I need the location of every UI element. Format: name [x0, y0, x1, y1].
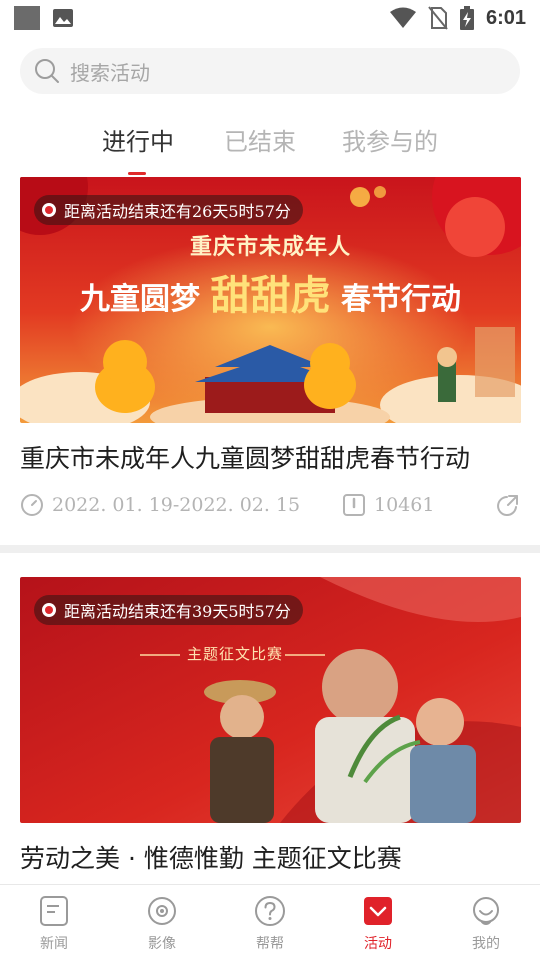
search-input[interactable]: 搜索活动 — [20, 48, 520, 94]
nav-label: 影像 — [148, 936, 176, 952]
countdown-badge: 距离活动结束还有26天5时57分 — [34, 195, 303, 225]
news-icon — [40, 896, 68, 926]
activity-icon — [364, 897, 392, 925]
search-placeholder: 搜索活动 — [70, 60, 150, 85]
status-bar: 6:01 — [0, 0, 540, 36]
nav-label: 我的 — [472, 936, 500, 952]
nav-label: 新闻 — [40, 936, 68, 952]
nav-item-video[interactable]: 影像 — [108, 885, 216, 960]
tab-active-indicator — [128, 172, 146, 175]
activity-list-screen: 6:01 搜索活动 进行中 已结束 我参与的 距离活动结束还有26天5时57分 … — [0, 0, 540, 960]
search-icon — [35, 59, 59, 83]
activity-views: 10461 — [342, 493, 434, 517]
share-icon[interactable] — [494, 493, 520, 519]
app-square-icon — [14, 6, 40, 30]
status-time: 6:01 — [485, 6, 526, 29]
nav-label: 帮帮 — [256, 936, 284, 952]
no-sim-icon — [428, 6, 448, 30]
nav-item-activity[interactable]: 活动 — [324, 885, 432, 960]
countdown-dot-icon — [42, 203, 56, 217]
banner-subtitle: 重庆市未成年人 — [189, 235, 351, 260]
tab-ended[interactable]: 已结束 — [224, 122, 296, 157]
banner-title: 九童圆梦 甜甜虎 春节行动 — [20, 263, 521, 321]
nav-item-news[interactable]: 新闻 — [0, 885, 108, 960]
countdown-dot-icon — [42, 603, 56, 617]
activity-tabs: 进行中 已结束 我参与的 — [0, 108, 540, 175]
activity-title[interactable]: 重庆市未成年人九童圆梦甜甜虎春节行动 — [20, 439, 540, 475]
banner-subtitle: 主题征文比赛 — [186, 645, 283, 663]
nav-label: 活动 — [364, 936, 392, 952]
countdown-text: 距离活动结束还有26天5时57分 — [64, 202, 291, 221]
activity-meta: 2022. 01. 19-2022. 02. 15 10461 — [0, 493, 540, 533]
bottom-navigation: 新闻 影像 帮帮 活动 我的 — [0, 884, 540, 960]
card-divider — [0, 545, 540, 553]
activity-banner-image[interactable]: 距离活动结束还有26天5时57分 重庆市未成年人 九童圆梦 甜甜虎 春节行动 — [20, 177, 521, 423]
banner-title-right: 春节行动 — [340, 282, 461, 317]
countdown-text: 距离活动结束还有39天5时57分 — [64, 602, 291, 621]
countdown-badge: 距离活动结束还有39天5时57分 — [34, 595, 303, 625]
wifi-icon — [389, 7, 416, 28]
image-icon — [53, 9, 73, 27]
activity-views-count: 10461 — [374, 494, 435, 516]
profile-icon — [473, 897, 499, 925]
tab-ongoing[interactable]: 进行中 — [102, 122, 174, 157]
help-icon — [255, 896, 285, 926]
clock-icon — [21, 494, 43, 516]
nav-item-help[interactable]: 帮帮 — [216, 885, 324, 960]
battery-charging-icon — [459, 6, 474, 30]
nav-item-profile[interactable]: 我的 — [432, 885, 540, 960]
activity-card[interactable]: 距离活动结束还有26天5时57分 重庆市未成年人 九童圆梦 甜甜虎 春节行动 重… — [0, 177, 540, 533]
activity-date-text: 2022. 01. 19-2022. 02. 15 — [52, 494, 301, 516]
video-icon — [148, 897, 176, 925]
tab-my-participation[interactable]: 我参与的 — [342, 122, 438, 157]
views-icon — [343, 494, 365, 516]
banner-title-left: 九童圆梦 — [80, 282, 201, 317]
activity-title[interactable]: 劳动之美 · 惟德惟勤 主题征文比赛 — [20, 839, 540, 875]
activity-banner-image[interactable]: 距离活动结束还有39天5时57分 主题征文比赛 — [20, 577, 521, 823]
activity-date: 2022. 01. 19-2022. 02. 15 — [20, 493, 300, 517]
activity-card[interactable]: 距离活动结束还有39天5时57分 主题征文比赛 劳动之美 · 惟德惟勤 主题征文… — [0, 577, 540, 875]
banner-title-highlight: 甜甜虎 — [210, 272, 331, 319]
